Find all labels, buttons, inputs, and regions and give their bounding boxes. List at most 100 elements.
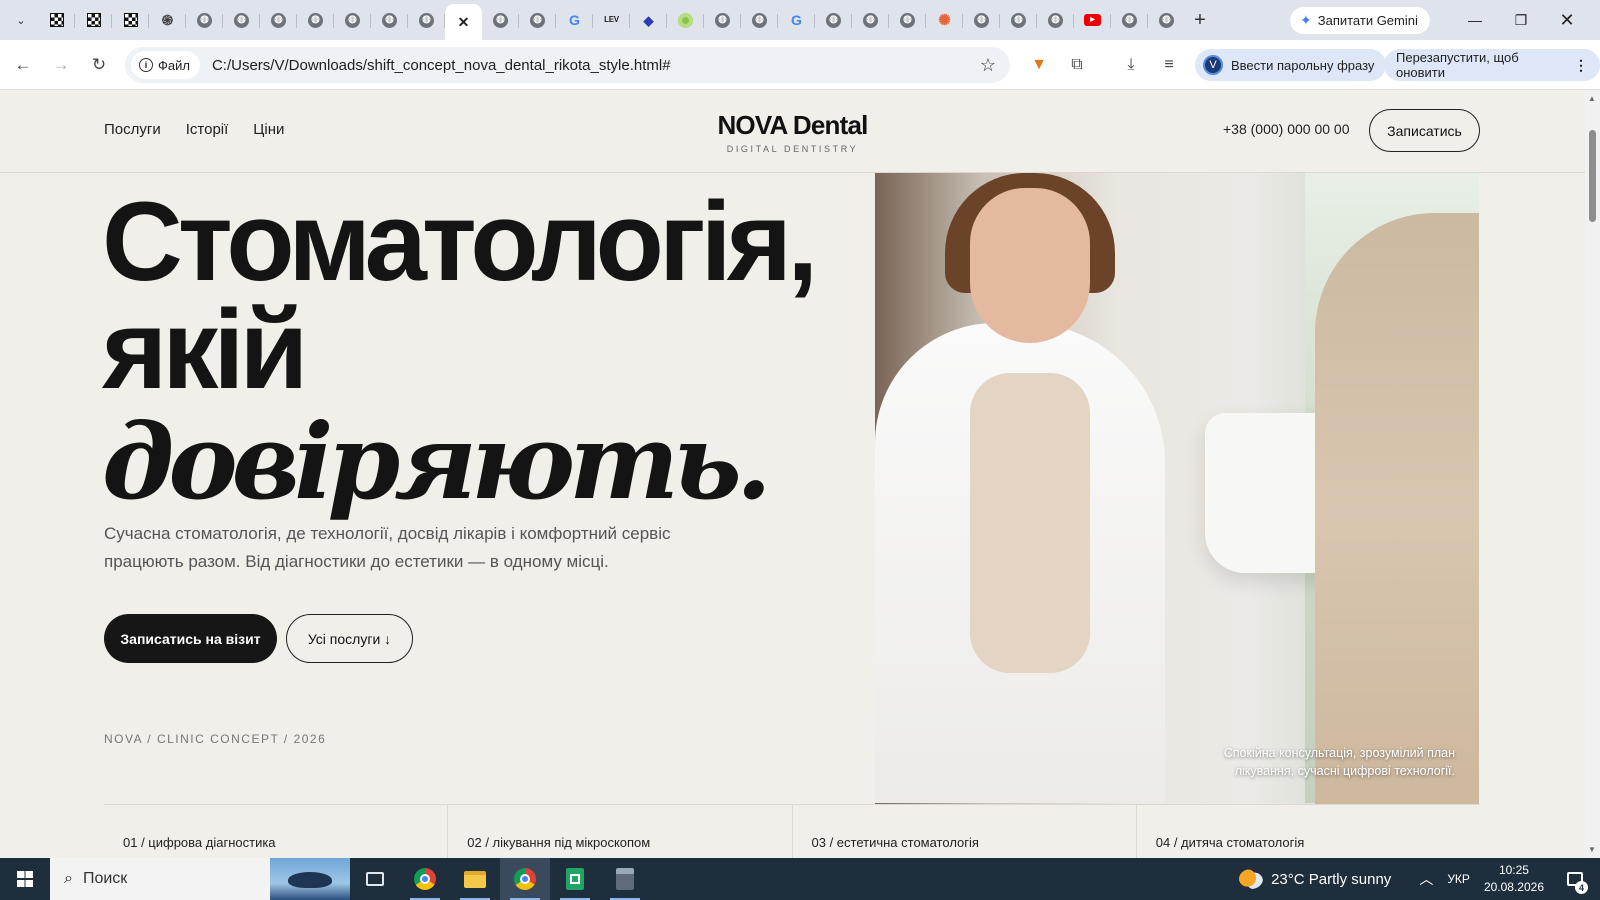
lev-favicon-icon: LEV — [604, 15, 619, 24]
phone-number[interactable]: +38 (000) 000 00 00 — [1223, 121, 1350, 137]
kebab-menu-icon[interactable]: ⋮ — [1574, 57, 1588, 74]
browser-tab[interactable]: G — [556, 4, 593, 36]
taskbar-file-explorer[interactable] — [450, 858, 500, 900]
bookmark-star-icon[interactable]: ☆ — [980, 55, 996, 76]
start-button[interactable] — [0, 858, 50, 900]
taskbar-calculator[interactable] — [600, 858, 650, 900]
browser-tab[interactable]: ✺ — [926, 4, 963, 36]
restart-to-update-button[interactable]: Перезапустити, щоб оновити ⋮ — [1384, 49, 1600, 81]
globe-icon: ◍ — [530, 12, 545, 28]
site-info-chip[interactable]: i Файл — [131, 51, 200, 79]
browser-tab[interactable]: ◍ — [963, 4, 1000, 36]
taskbar-search-box[interactable]: ⌕ Поиск — [50, 858, 350, 900]
browser-tab[interactable]: ◍ — [260, 4, 297, 36]
browser-tab[interactable]: ◍ — [889, 4, 926, 36]
restore-window-icon[interactable]: ❐ — [1498, 0, 1544, 40]
address-bar[interactable]: i Файл C:/Users/V/Downloads/shift_concep… — [125, 47, 1010, 83]
globe-icon: ◍ — [1048, 12, 1063, 28]
browser-tab[interactable]: ◍ — [741, 4, 778, 36]
taskbar-chrome-profile[interactable] — [500, 858, 550, 900]
browser-tab[interactable]: ▶ — [1074, 4, 1111, 36]
browser-tab[interactable]: ◍ — [482, 4, 519, 36]
page-scrollbar[interactable]: ▲ ▼ — [1585, 90, 1600, 858]
forward-arrow-icon[interactable]: → — [48, 52, 74, 78]
hero-photo-doctor-consultation: Спокійна консультація, зрозумілий план л… — [875, 173, 1479, 804]
checker-favicon-icon — [123, 13, 138, 27]
globe-icon: ◍ — [1011, 12, 1026, 28]
reload-icon[interactable]: ↻ — [86, 52, 112, 78]
browser-tab[interactable] — [75, 4, 112, 36]
close-tab-icon[interactable]: ✕ — [456, 14, 472, 30]
diamond-favicon-icon: ◆ — [643, 12, 654, 28]
scrollbar-thumb[interactable] — [1589, 130, 1596, 222]
download-icon[interactable]: ⤓ — [1118, 52, 1144, 78]
browser-tab[interactable]: ◍ — [852, 4, 889, 36]
reading-list-icon[interactable]: ≡ — [1156, 52, 1182, 78]
google-g-icon: G — [569, 12, 580, 28]
clock[interactable]: 10:25 20.08.2026 — [1484, 862, 1544, 896]
browser-tab[interactable]: ◍ — [815, 4, 852, 36]
header-book-button[interactable]: Записатись — [1369, 109, 1480, 152]
profile-avatar: V — [1203, 55, 1223, 75]
browser-tab[interactable]: LEV — [593, 4, 630, 36]
hero-title-line-1: Стоматологія, — [102, 179, 818, 304]
new-tab-plus-icon[interactable]: + — [1185, 9, 1215, 32]
extensions-puzzle-icon[interactable]: ⧉ — [1064, 52, 1090, 78]
browser-tab[interactable]: ◍ — [223, 4, 260, 36]
globe-icon: ◍ — [974, 12, 989, 28]
notification-center-button[interactable]: 4 — [1560, 858, 1590, 900]
browser-tab[interactable]: ◍ — [1000, 4, 1037, 36]
browser-tab[interactable]: G — [778, 4, 815, 36]
globe-icon: ◍ — [308, 12, 323, 28]
browser-tab[interactable]: ֍ — [149, 4, 186, 36]
sunburst-favicon-icon: ✺ — [938, 11, 951, 29]
input-language[interactable]: УКР — [1447, 872, 1470, 886]
service-item-aesthetic[interactable]: 03 / естетична стоматологія — [793, 805, 1137, 858]
browser-tab[interactable]: ◍ — [297, 4, 334, 36]
task-view-icon — [366, 872, 384, 886]
tab-strip: ֍ ◍ ◍ ◍ ◍ ◍ ◍ ◍ ✕ ◍ ◍ G LEV ◆ ◍ ◍ G ◍ ◍ ◍ ✺ ◍ ◍ ◍ ▶ ◍ ◍ — [38, 0, 1185, 40]
weather-text[interactable]: 23°C Partly sunny — [1271, 871, 1391, 888]
browser-tab[interactable]: ◍ — [371, 4, 408, 36]
all-services-button[interactable]: Усі послуги ↓ — [286, 614, 413, 663]
tray-chevron-up-icon[interactable]: ︿ — [1419, 869, 1433, 889]
taskbar-sheets[interactable] — [550, 858, 600, 900]
tab-search-chevron-icon[interactable]: ⌄ — [8, 7, 34, 33]
close-window-icon[interactable]: ✕ — [1544, 0, 1590, 40]
scroll-up-arrow-icon[interactable]: ▲ — [1588, 94, 1596, 103]
browser-tab[interactable]: ◍ — [704, 4, 741, 36]
enter-passphrase-button[interactable]: V Ввести парольну фразу — [1195, 49, 1387, 81]
browser-tab[interactable]: ◍ — [1037, 4, 1074, 36]
browser-tab[interactable]: ◍ — [186, 4, 223, 36]
checker-favicon-icon — [86, 13, 101, 27]
taskbar-chrome[interactable] — [400, 858, 450, 900]
service-item-diagnostics[interactable]: 01 / цифрова діагностика — [104, 805, 449, 858]
weather-partly-sunny-icon[interactable] — [1239, 869, 1264, 889]
browser-tab[interactable]: ◍ — [1111, 4, 1148, 36]
back-arrow-icon[interactable]: ← — [10, 52, 36, 78]
metamask-fox-icon[interactable]: ▼ — [1026, 52, 1052, 78]
task-view-button[interactable] — [350, 858, 400, 900]
hero-title-line-2: якій — [102, 287, 308, 412]
page-viewport: Послуги Історії Ціни NOVA Dental DIGITAL… — [0, 90, 1585, 858]
book-visit-button[interactable]: Записатись на візит — [104, 614, 277, 663]
sheets-icon — [566, 868, 584, 890]
browser-tab[interactable]: ◍ — [519, 4, 556, 36]
photo-patient — [1315, 213, 1479, 804]
scroll-down-arrow-icon[interactable]: ▼ — [1588, 845, 1596, 854]
browser-tab[interactable] — [38, 4, 75, 36]
browser-tab[interactable] — [112, 4, 149, 36]
ask-gemini-button[interactable]: ✦ Запитати Gemini — [1290, 7, 1430, 34]
clock-time: 10:25 — [1498, 863, 1529, 877]
browser-tab[interactable]: ◆ — [630, 4, 667, 36]
service-item-kids[interactable]: 04 / дитяча стоматологія — [1137, 805, 1480, 858]
browser-tab[interactable]: ◍ — [334, 4, 371, 36]
browser-tab[interactable] — [667, 4, 704, 36]
browser-tab[interactable]: ◍ — [408, 4, 445, 36]
browser-tab[interactable]: ◍ — [1148, 4, 1185, 36]
minimize-icon[interactable]: — — [1452, 0, 1498, 40]
url-text[interactable]: C:/Users/V/Downloads/shift_concept_nova_… — [212, 57, 671, 74]
browser-tab[interactable]: ✕ — [445, 4, 482, 40]
service-item-microscope[interactable]: 02 / лікування під мікроскопом — [448, 805, 793, 858]
ask-gemini-label: Запитати Gemini — [1317, 13, 1418, 28]
